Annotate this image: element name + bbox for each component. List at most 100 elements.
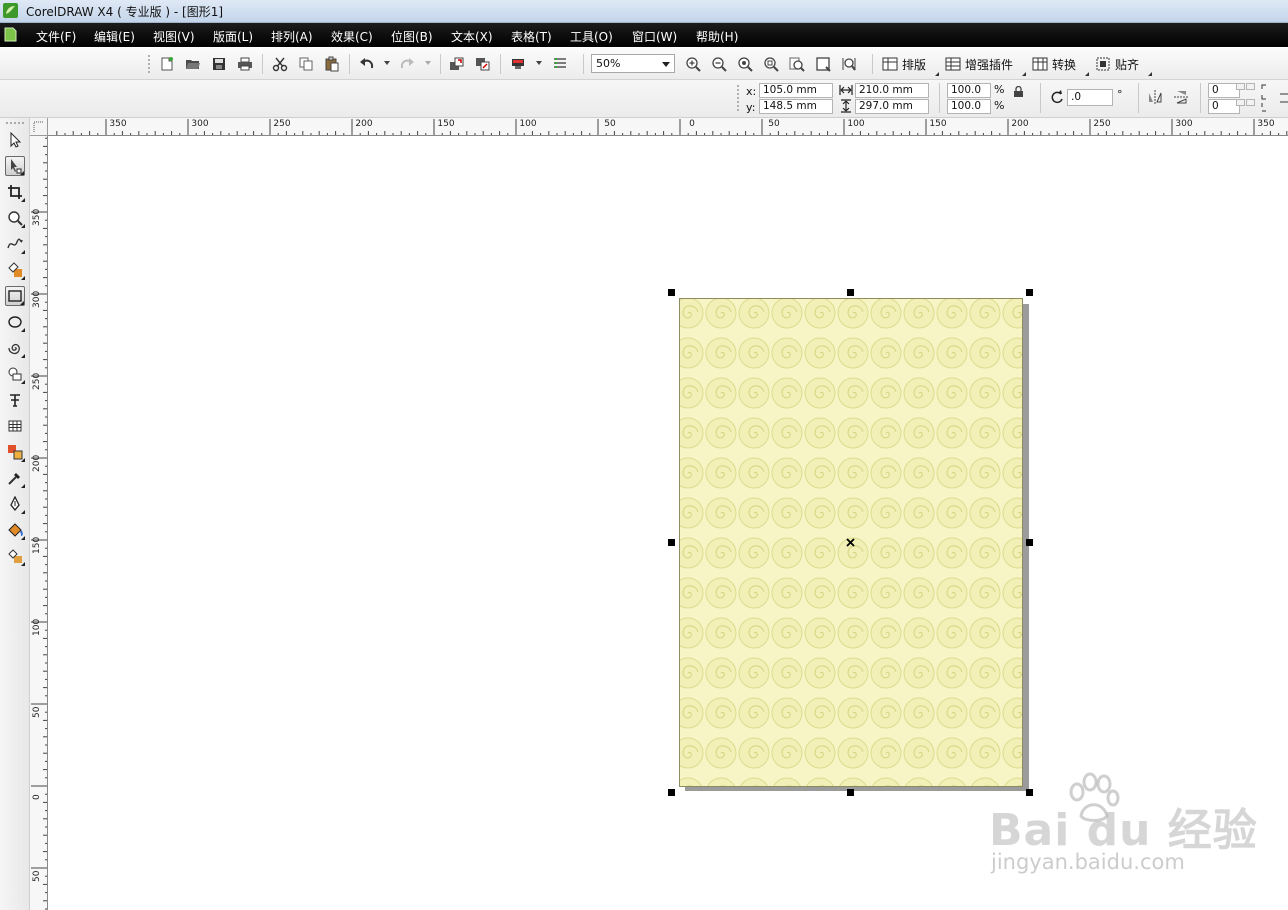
vertical-ruler[interactable]: 350 300 250 200 150 100 50 0 50 [30, 136, 48, 910]
position-a-spin-up[interactable] [1246, 83, 1255, 90]
redo-dropdown-arrow[interactable] [425, 61, 431, 65]
zoom-level-combo[interactable]: 50% [591, 54, 675, 73]
smart-fill-tool[interactable] [5, 260, 25, 280]
zoom-tool[interactable] [5, 208, 25, 228]
scale-y-input[interactable]: 100.0 [947, 99, 991, 114]
text-tool[interactable] [5, 390, 25, 410]
print-button[interactable] [235, 54, 255, 74]
flyout-arrow [21, 328, 25, 332]
mirror-horizontal-icon[interactable] [1147, 89, 1163, 105]
selection-handle-top[interactable] [847, 289, 854, 296]
selection-handle-bottom-left[interactable] [668, 789, 675, 796]
width-input[interactable]: 210.0 mm [855, 83, 929, 98]
cut-button[interactable] [270, 54, 290, 74]
flyout-arrow[interactable] [1085, 72, 1089, 76]
eyedropper-tool[interactable] [5, 468, 25, 488]
import-button[interactable] [447, 54, 467, 74]
zoom-page-button[interactable] [787, 54, 807, 74]
new-button[interactable] [157, 54, 177, 74]
copy-button[interactable] [296, 54, 316, 74]
table-tool[interactable] [5, 416, 25, 436]
width-arrows-icon [839, 85, 853, 95]
save-button[interactable] [209, 54, 229, 74]
ruler-origin-corner[interactable] [30, 118, 48, 136]
zoom-selected-button[interactable] [735, 54, 755, 74]
welcome-screen-button[interactable] [550, 54, 570, 74]
flyout-arrow[interactable] [935, 72, 939, 76]
interactive-blend-tool[interactable] [5, 442, 25, 462]
paste-button[interactable] [322, 54, 342, 74]
application-launcher-button[interactable] [508, 54, 528, 74]
launcher-dropdown-arrow[interactable] [536, 61, 542, 65]
interactive-fill-tool[interactable] [5, 546, 25, 566]
zoom-page-width-button[interactable] [813, 54, 833, 74]
rotation-center-icon[interactable] [845, 537, 856, 548]
layout-button[interactable]: 排版 [882, 54, 926, 74]
coreldraw-app-icon[interactable] [3, 3, 18, 18]
menu-window[interactable]: 窗口(W) [632, 28, 677, 45]
menu-effects[interactable]: 效果(C) [331, 28, 373, 45]
menu-edit[interactable]: 编辑(E) [94, 28, 135, 45]
menu-bitmaps[interactable]: 位图(B) [391, 28, 433, 45]
selection-handle-left[interactable] [668, 539, 675, 546]
selection-handle-top-right[interactable] [1026, 289, 1033, 296]
snap-button[interactable]: 贴齐 [1095, 54, 1139, 74]
property-bar-grip[interactable] [737, 85, 741, 111]
document-icon[interactable] [4, 27, 17, 42]
undo-button[interactable] [357, 54, 377, 74]
plugins-button[interactable]: 增强插件 [945, 54, 1013, 74]
chevron-down-icon[interactable] [662, 62, 670, 67]
rotation-input[interactable]: .0 [1067, 89, 1113, 106]
menu-tools[interactable]: 工具(O) [570, 28, 613, 45]
zoom-in-button[interactable] [683, 54, 703, 74]
arrow-pointer-icon [10, 132, 22, 148]
menu-view[interactable]: 视图(V) [153, 28, 195, 45]
overflow-icon[interactable] [1278, 88, 1288, 108]
pick-tool[interactable] [5, 130, 25, 150]
redo-button[interactable] [397, 54, 417, 74]
zoom-page-height-button[interactable] [839, 54, 859, 74]
position-a-spin-down[interactable] [1236, 83, 1245, 90]
scale-x-input[interactable]: 100.0 [947, 83, 991, 98]
export-button[interactable] [473, 54, 493, 74]
position-b-spin-up[interactable] [1246, 99, 1255, 106]
lock-ratio-icon[interactable] [1013, 86, 1024, 98]
spiral-tool[interactable] [5, 338, 25, 358]
flyout-arrow[interactable] [1148, 72, 1152, 76]
menu-table[interactable]: 表格(T) [511, 28, 552, 45]
table-grid-icon [8, 420, 22, 432]
text-character-icon [10, 394, 20, 407]
open-button[interactable] [183, 54, 203, 74]
menu-arrange[interactable]: 排列(A) [271, 28, 313, 45]
flyout-arrow[interactable] [1022, 72, 1026, 76]
toolbox-grip[interactable] [6, 122, 24, 126]
height-input[interactable]: 297.0 mm [855, 99, 929, 114]
position-b-spin-down[interactable] [1236, 99, 1245, 106]
menu-help[interactable]: 帮助(H) [696, 28, 738, 45]
zoom-all-objects-button[interactable] [761, 54, 781, 74]
rectangle-tool[interactable] [5, 286, 25, 306]
selection-handle-bottom[interactable] [847, 789, 854, 796]
horizontal-ruler[interactable]: 350 300 250 200 150 100 50 0 50 100 150 200 250 300 35… [48, 118, 1288, 136]
basic-shapes-tool[interactable] [5, 364, 25, 384]
mirror-vertical-icon[interactable] [1173, 89, 1189, 105]
undo-dropdown-arrow[interactable] [384, 61, 390, 65]
menu-file[interactable]: 文件(F) [36, 28, 76, 45]
ellipse-tool[interactable] [5, 312, 25, 332]
convert-button-label: 转换 [1052, 57, 1077, 72]
toolbar-grip[interactable] [148, 55, 152, 73]
selection-handle-top-left[interactable] [668, 289, 675, 296]
freehand-tool[interactable] [5, 234, 25, 254]
menu-layout[interactable]: 版面(L) [213, 28, 253, 45]
outline-tool[interactable] [5, 494, 25, 514]
menu-text[interactable]: 文本(X) [451, 28, 493, 45]
zoom-out-button[interactable] [709, 54, 729, 74]
crop-tool[interactable] [5, 182, 25, 202]
convert-button[interactable]: 转换 [1032, 54, 1076, 74]
x-position-input[interactable]: 105.0 mm [759, 83, 833, 98]
corner-brackets-icon[interactable] [1260, 83, 1274, 113]
selection-handle-right[interactable] [1026, 539, 1033, 546]
shape-tool[interactable] [5, 156, 25, 176]
fill-tool[interactable] [5, 520, 25, 540]
y-position-input[interactable]: 148.5 mm [759, 99, 833, 114]
